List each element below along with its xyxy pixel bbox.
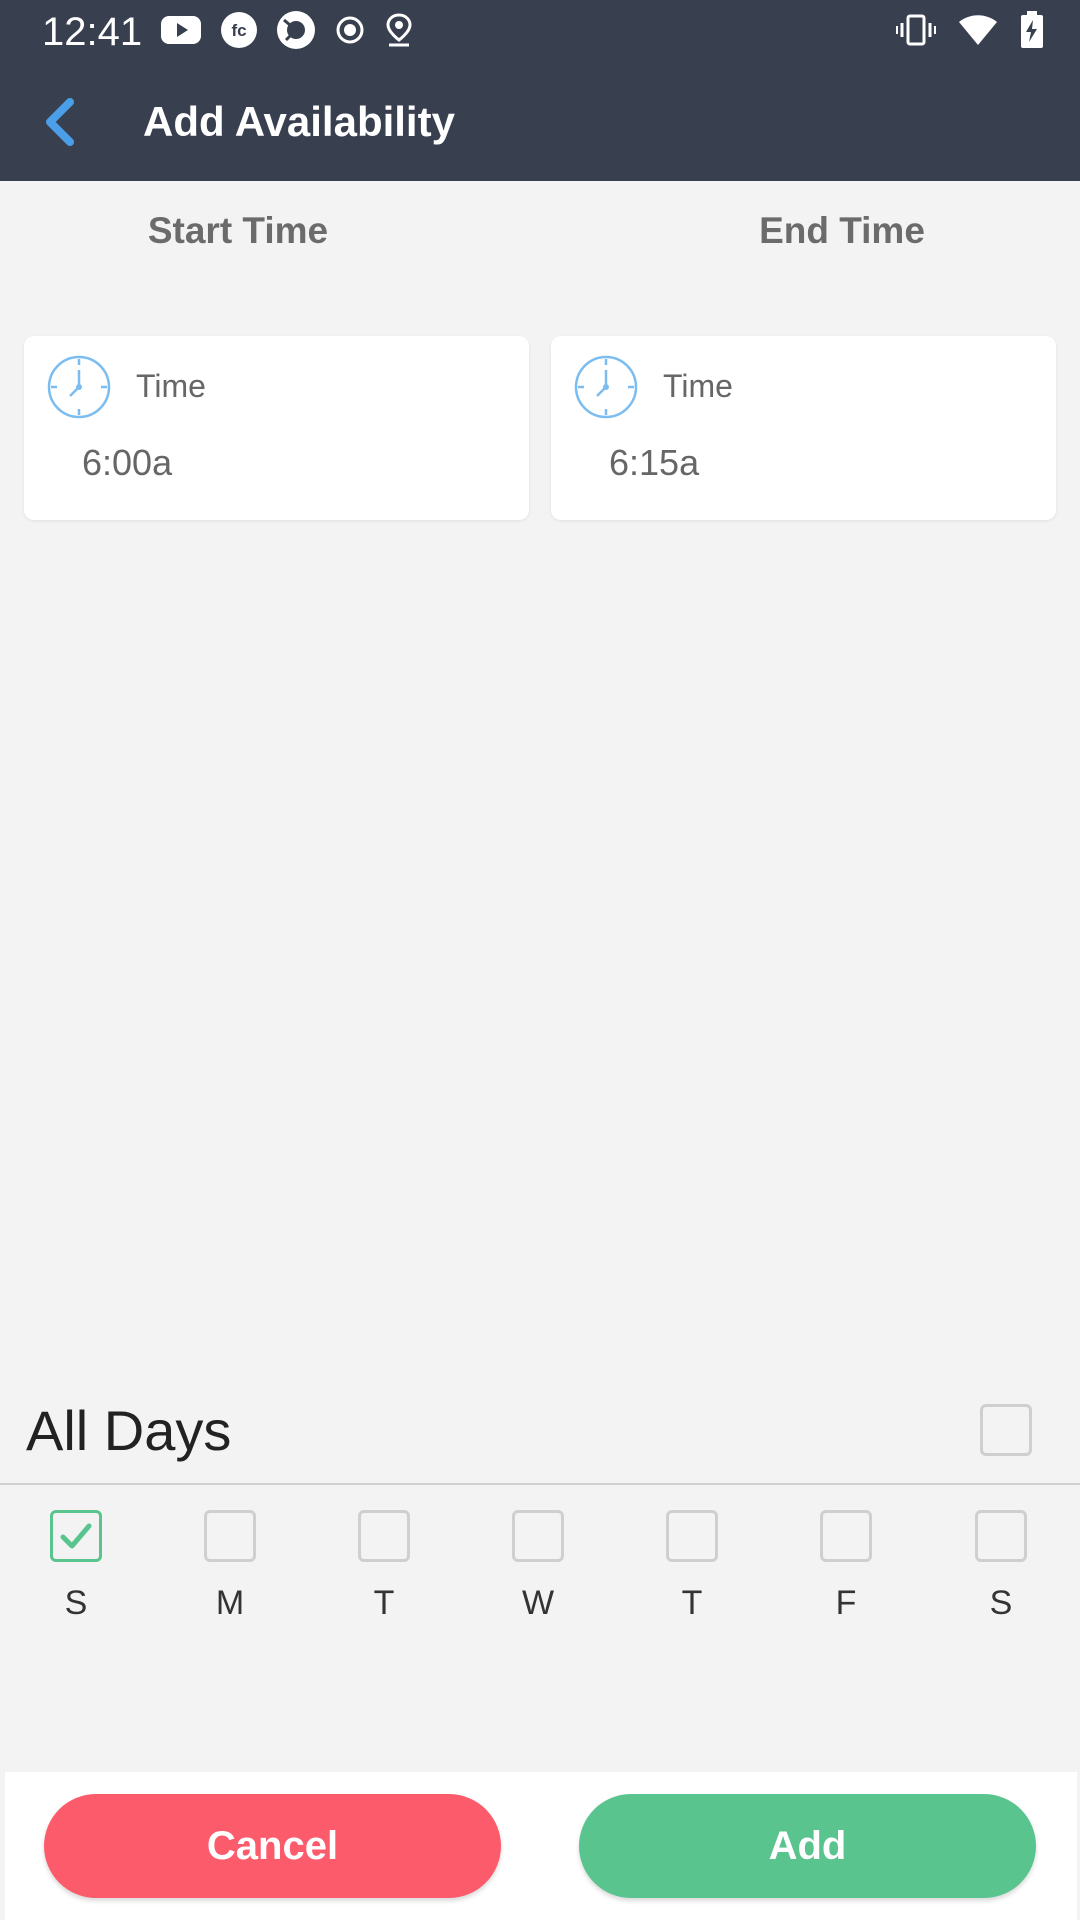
status-bar: 12:41 fc [0,0,1080,64]
day-checkbox-wednesday[interactable] [512,1510,564,1562]
cancel-button[interactable]: Cancel [44,1794,501,1898]
day-label: W [521,1584,555,1622]
day-label: S [989,1584,1013,1622]
start-time-value: 6:00a [82,442,173,483]
end-time-header: End Time [759,210,925,251]
wifi-icon [958,13,998,52]
day-item: T [642,1510,742,1623]
day-label: F [835,1584,857,1622]
svg-text:fc: fc [231,21,246,40]
start-time-header: Start Time [147,210,329,251]
day-label: T [681,1584,703,1622]
add-availability-screen: 12:41 fc Add Availability Start Time End… [0,0,1080,1920]
page-title: Add Availability [143,98,455,145]
divider [0,1483,1080,1485]
status-right-icons [896,10,1044,54]
day-checkbox-tuesday[interactable] [358,1510,410,1562]
status-time: 12:41 [42,10,143,54]
all-days-label: All Days [26,1399,232,1462]
day-item: M [180,1510,280,1623]
status-left-icons: fc [160,10,414,54]
vibrate-icon [896,13,936,52]
start-time-label: Time [136,368,206,404]
day-item: W [488,1510,588,1623]
clock-icon [47,355,111,419]
battery-charging-icon [1020,10,1044,54]
day-checkbox-saturday[interactable] [975,1510,1027,1562]
day-checkbox-sunday[interactable] [50,1510,102,1562]
footer-bar: Cancel Add [5,1772,1077,1920]
day-item: F [796,1510,896,1623]
fc-app-icon: fc [220,11,258,54]
day-label: M [215,1584,245,1622]
camera-app-icon [276,10,316,55]
day-item: S [951,1510,1051,1623]
end-time-label: Time [663,368,733,404]
day-label: S [64,1584,88,1622]
location-icon [384,12,414,53]
day-selector: S M T W T F S [0,1510,1080,1640]
end-time-value: 6:15a [609,442,700,483]
add-button[interactable]: Add [579,1794,1036,1898]
end-time-picker[interactable]: Time 6:15a [551,336,1056,520]
clock-icon [574,355,638,419]
all-days-checkbox[interactable] [980,1404,1032,1456]
checkmark-icon [60,1523,92,1549]
day-checkbox-friday[interactable] [820,1510,872,1562]
app-bar: Add Availability [0,64,1080,181]
back-button[interactable] [28,90,92,154]
day-label: T [373,1584,395,1622]
day-checkbox-monday[interactable] [204,1510,256,1562]
youtube-icon [160,14,202,51]
start-time-picker[interactable]: Time 6:00a [24,336,529,520]
record-icon [334,14,366,51]
day-item: S [26,1510,126,1623]
day-checkbox-thursday[interactable] [666,1510,718,1562]
day-item: T [334,1510,434,1623]
chevron-left-icon [46,98,74,146]
